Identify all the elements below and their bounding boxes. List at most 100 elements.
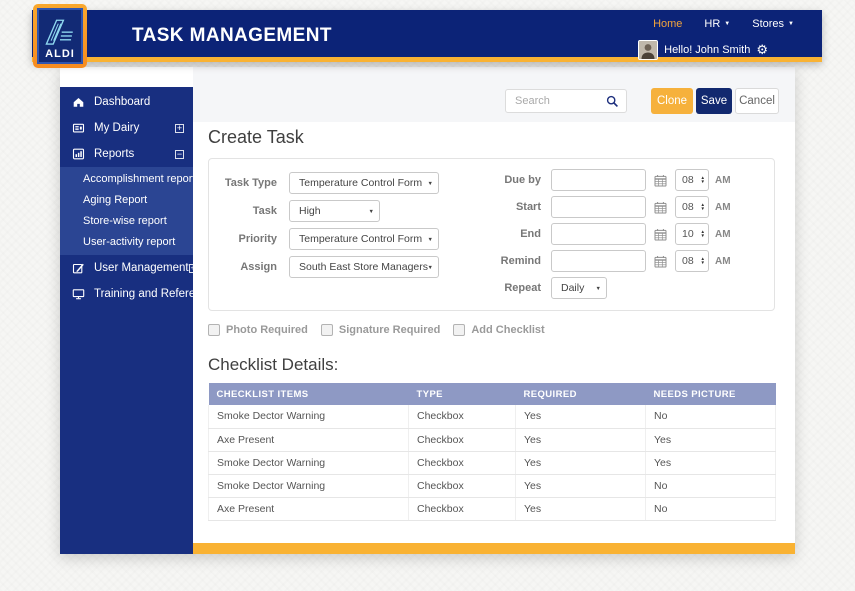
- sidebar-item-my-dairy[interactable]: My Dairy +: [60, 115, 193, 141]
- aldi-a-icon: [43, 18, 77, 48]
- aldi-logo-inner: ALDI: [37, 8, 83, 64]
- end-meridiem: AM: [715, 229, 731, 240]
- search-box: [505, 89, 627, 113]
- task-type-row: Task Type Temperature Control Form ▼: [219, 172, 439, 194]
- cell-required: Yes: [516, 405, 646, 428]
- due-by-meridiem: AM: [715, 175, 731, 186]
- avatar[interactable]: [638, 40, 658, 60]
- task-type-value: Temperature Control Form: [299, 177, 422, 189]
- repeat-select[interactable]: Daily ▼: [551, 277, 607, 299]
- repeat-row: Repeat Daily ▼: [481, 277, 731, 299]
- submenu-aging-report[interactable]: Aging Report: [60, 190, 193, 211]
- nav-home[interactable]: Home: [653, 18, 682, 30]
- task-type-select[interactable]: Temperature Control Form ▼: [289, 172, 439, 194]
- remind-date-input[interactable]: [551, 250, 646, 272]
- start-date-input[interactable]: [551, 196, 646, 218]
- due-by-date-input[interactable]: [551, 169, 646, 191]
- cell-item: Smoke Dector Warning: [209, 405, 409, 428]
- start-row: Start 08 ▲▼ AM: [481, 196, 731, 218]
- collapse-icon[interactable]: −: [175, 150, 184, 159]
- submenu-accomplishment-report[interactable]: Accomplishment report: [60, 169, 193, 190]
- chevron-down-icon: ▼: [788, 21, 794, 27]
- user-greeting: Hello! John Smith ⚙: [638, 40, 768, 60]
- search-input[interactable]: [506, 95, 606, 107]
- task-selects-column: Task Type Temperature Control Form ▼ Tas…: [219, 172, 439, 284]
- top-nav: Home HR ▼ Stores ▼: [653, 18, 794, 30]
- home-icon: [72, 96, 85, 108]
- expand-icon[interactable]: +: [175, 124, 184, 133]
- spinner-down-icon[interactable]: ▼: [701, 261, 705, 266]
- table-row[interactable]: Axe Present Checkbox Yes Yes: [209, 428, 776, 451]
- sidebar: Dashboard My Dairy + Reports − Accomplis…: [60, 87, 193, 554]
- gear-icon[interactable]: ⚙: [756, 44, 768, 57]
- remind-time-spinner[interactable]: 08 ▲▼: [675, 250, 709, 272]
- assign-select[interactable]: South East Store Managers ▼: [289, 256, 439, 278]
- start-meridiem: AM: [715, 202, 731, 213]
- spinner-down-icon[interactable]: ▼: [701, 207, 705, 212]
- reports-chart-icon: [72, 148, 85, 160]
- task-type-label: Task Type: [219, 177, 277, 189]
- table-row[interactable]: Smoke Dector Warning Checkbox Yes No: [209, 474, 776, 497]
- sidebar-item-reports[interactable]: Reports −: [60, 141, 193, 167]
- expand-icon[interactable]: +: [189, 264, 198, 273]
- due-by-time-value: 08: [682, 174, 694, 186]
- cell-needs-picture: No: [646, 405, 776, 428]
- calendar-icon[interactable]: [654, 174, 667, 187]
- nav-stores[interactable]: Stores ▼: [752, 18, 794, 30]
- start-time-spinner[interactable]: 08 ▲▼: [675, 196, 709, 218]
- priority-row: Priority Temperature Control Form ▼: [219, 228, 439, 250]
- cancel-button[interactable]: Cancel: [735, 88, 779, 114]
- end-date-input[interactable]: [551, 223, 646, 245]
- cell-item: Axe Present: [209, 497, 409, 520]
- task-options: Photo Required Signature Required Add Ch…: [208, 324, 558, 336]
- add-checklist-checkbox[interactable]: [453, 324, 465, 336]
- table-row[interactable]: Smoke Dector Warning Checkbox Yes Yes: [209, 451, 776, 474]
- spinner-down-icon[interactable]: ▼: [701, 180, 705, 185]
- table-row[interactable]: Smoke Dector Warning Checkbox Yes No: [209, 405, 776, 428]
- remind-row: Remind 08 ▲▼ AM: [481, 250, 731, 272]
- cell-type: Checkbox: [409, 428, 516, 451]
- submenu-user-activity-report[interactable]: User-activity report: [60, 232, 193, 253]
- app-page: TASK MANAGEMENT Home HR ▼ Stores ▼ Hello…: [0, 0, 855, 591]
- photo-required-label: Photo Required: [226, 324, 308, 336]
- remind-label: Remind: [481, 255, 541, 267]
- submenu-store-wise-report[interactable]: Store-wise report: [60, 211, 193, 232]
- calendar-icon[interactable]: [654, 255, 667, 268]
- end-time-spinner[interactable]: 10 ▲▼: [675, 223, 709, 245]
- sidebar-item-training-and-reference[interactable]: Training and Reference +: [60, 281, 193, 307]
- calendar-icon[interactable]: [654, 228, 667, 241]
- table-row[interactable]: Axe Present Checkbox Yes No: [209, 497, 776, 520]
- chevron-down-icon: ▼: [428, 237, 433, 243]
- checklist-details-title: Checklist Details:: [208, 355, 338, 375]
- task-select[interactable]: High ▼: [289, 200, 380, 222]
- start-label: Start: [481, 201, 541, 213]
- start-time-value: 08: [682, 201, 694, 213]
- sidebar-item-dashboard[interactable]: Dashboard: [60, 89, 193, 115]
- save-button[interactable]: Save: [696, 88, 732, 114]
- cell-type: Checkbox: [409, 497, 516, 520]
- assign-row: Assign South East Store Managers ▼: [219, 256, 439, 278]
- task-label: Task: [219, 205, 277, 217]
- search-icon[interactable]: [606, 95, 619, 108]
- add-checklist-label: Add Checklist: [471, 324, 544, 336]
- cell-type: Checkbox: [409, 451, 516, 474]
- table-header-row: CHECKLIST ITEMS TYPE REQUIRED NEEDS PICT…: [209, 383, 776, 405]
- spinner-down-icon[interactable]: ▼: [701, 234, 705, 239]
- due-by-label: Due by: [481, 174, 541, 186]
- cell-type: Checkbox: [409, 405, 516, 428]
- assign-label: Assign: [219, 261, 277, 273]
- due-by-time-spinner[interactable]: 08 ▲▼: [675, 169, 709, 191]
- clone-button[interactable]: Clone: [651, 88, 693, 114]
- chevron-down-icon: ▼: [724, 21, 730, 27]
- signature-required-checkbox[interactable]: [321, 324, 333, 336]
- priority-value: Temperature Control Form: [299, 233, 422, 245]
- sidebar-item-user-management[interactable]: User Management +: [60, 255, 193, 281]
- nav-hr[interactable]: HR ▼: [704, 18, 730, 30]
- calendar-icon[interactable]: [654, 201, 667, 214]
- cell-item: Axe Present: [209, 428, 409, 451]
- photo-required-option: Photo Required: [208, 324, 308, 336]
- priority-select[interactable]: Temperature Control Form ▼: [289, 228, 439, 250]
- monitor-icon: [72, 288, 85, 300]
- photo-required-checkbox[interactable]: [208, 324, 220, 336]
- reports-submenu: Accomplishment report Aging Report Store…: [60, 167, 193, 255]
